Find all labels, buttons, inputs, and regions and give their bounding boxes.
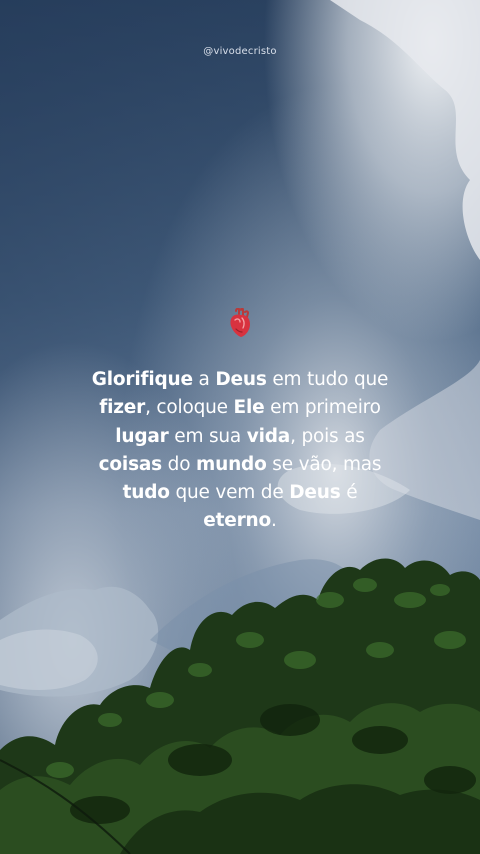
quote-emphasis: coisas (98, 453, 163, 475)
anatomical-heart-icon (230, 308, 250, 337)
quote-segment: , pois as (290, 425, 365, 447)
quote-segment: do (161, 453, 197, 475)
quote-segment: em tudo que (266, 369, 389, 390)
quote-emphasis: lugar (115, 425, 169, 447)
story-canvas: @vivodecristo Glorifique a Deus em tudo … (0, 0, 480, 854)
quote-segment: , coloque (145, 397, 234, 419)
quote-emphasis: Deus (289, 482, 341, 504)
quote-emphasis: Glorifique (91, 369, 193, 390)
quote-line: coisas do mundo se vão, mas (70, 451, 410, 479)
quote-segment: . (271, 510, 277, 532)
quote-segment: a (192, 369, 216, 390)
quote-line: tudo que vem de Deus é (70, 479, 410, 507)
quote-emphasis: fizer (99, 397, 146, 419)
quote-line: eterno. (70, 507, 410, 535)
quote-emphasis: mundo (196, 453, 267, 475)
quote-segment: que vem de (169, 482, 290, 504)
quote-emphasis: vida (246, 425, 291, 447)
quote-segment: se vão, mas (266, 453, 382, 475)
quote-line: Glorifique a Deus em tudo que (70, 366, 410, 394)
quote-line: lugar em sua vida, pois as (70, 423, 410, 451)
quote-segment: é (340, 482, 358, 504)
quote-emphasis: tudo (122, 482, 170, 504)
account-handle: @vivodecristo (203, 46, 277, 57)
quote-emphasis: eterno (203, 510, 272, 532)
quote-line: fizer, coloque Ele em primeiro (70, 394, 410, 422)
quote-emphasis: Ele (233, 397, 265, 419)
quote-text: Glorifique a Deus em tudo que fizer, colo… (70, 366, 410, 536)
quote-emphasis: Deus (215, 369, 267, 390)
quote-segment: em primeiro (264, 397, 381, 419)
quote-segment: em sua (168, 425, 247, 447)
